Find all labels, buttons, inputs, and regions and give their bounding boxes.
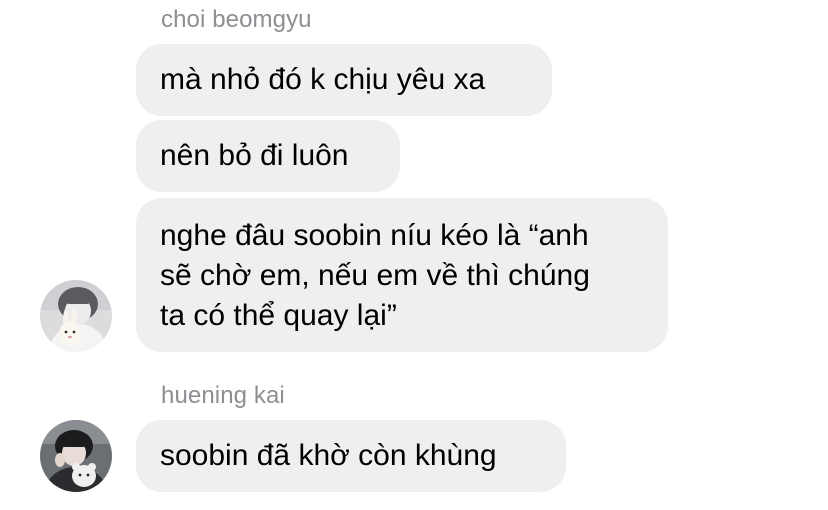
message-text: soobin đã khờ còn khùng — [160, 439, 497, 472]
avatar-choi-beomgyu[interactable] — [40, 280, 112, 352]
message-text: mà nhỏ đó k chịu yêu xa — [160, 63, 486, 96]
message-text: nên bỏ đi luôn — [160, 139, 349, 172]
message-text: nghe đâu soobin níu kéo là “anh sẽ chờ e… — [160, 216, 590, 336]
message-bubble[interactable]: mà nhỏ đó k chịu yêu xa — [136, 44, 552, 116]
avatar-huening-kai[interactable] — [40, 420, 112, 492]
message-bubble[interactable]: nên bỏ đi luôn — [136, 120, 400, 192]
message-text-line: ta có thể quay lại” — [160, 299, 397, 332]
sender-name-choi-beomgyu: choi beomgyu — [161, 6, 312, 33]
message-bubble[interactable]: nghe đâu soobin níu kéo là “anh sẽ chờ e… — [136, 198, 668, 352]
message-bubble[interactable]: soobin đã khờ còn khùng — [136, 420, 566, 492]
sender-name-huening-kai: huening kai — [161, 382, 285, 409]
person-with-plush-toy-avatar-icon — [40, 420, 112, 492]
message-text-line: sẽ chờ em, nếu em về thì chúng — [160, 259, 590, 292]
message-text-line: nghe đâu soobin níu kéo là “anh — [160, 219, 589, 252]
person-with-bunny-plush-avatar-icon — [40, 280, 112, 352]
